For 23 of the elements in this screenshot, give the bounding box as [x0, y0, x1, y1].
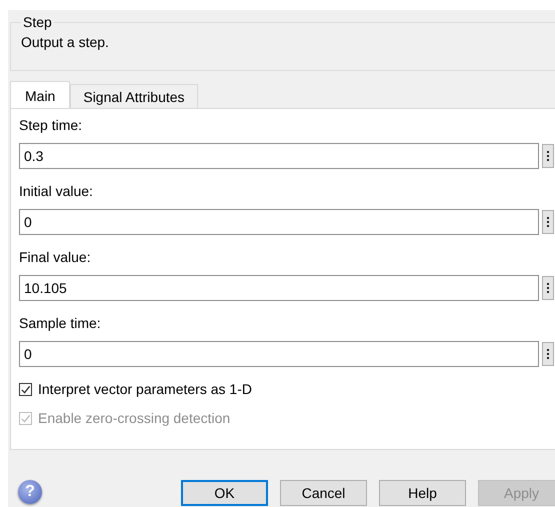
- options-button[interactable]: [542, 276, 554, 300]
- parameter-label: Sample time:: [19, 315, 102, 333]
- options-button[interactable]: [542, 342, 554, 366]
- parameter-label: Initial value:: [19, 183, 94, 201]
- parameter-label: Step time:: [19, 117, 84, 135]
- dialog-button[interactable]: Cancel: [280, 480, 367, 506]
- parameter-label: Final value:: [19, 249, 92, 267]
- dialog-button[interactable]: Help: [379, 480, 466, 506]
- options-button[interactable]: [542, 210, 554, 234]
- checkbox-label: Enable zero-crossing detection: [38, 410, 230, 426]
- checkbox-label: Interpret vector parameters as 1-D: [38, 381, 252, 397]
- dialog-button: Apply: [478, 480, 555, 506]
- checkbox[interactable]: [19, 382, 32, 396]
- parameter-field[interactable]: 0: [19, 209, 539, 235]
- parameter-field[interactable]: 0.3: [19, 143, 539, 169]
- group-title: Step: [21, 14, 54, 30]
- parameter-field[interactable]: 10.105: [19, 275, 539, 301]
- tab[interactable]: Main: [10, 81, 70, 108]
- dialog-button[interactable]: OK: [181, 480, 268, 506]
- options-button[interactable]: [542, 144, 554, 168]
- tab[interactable]: Signal Attributes: [70, 84, 198, 108]
- parameter-field[interactable]: 0: [19, 341, 539, 367]
- block-description: Output a step.: [21, 34, 109, 50]
